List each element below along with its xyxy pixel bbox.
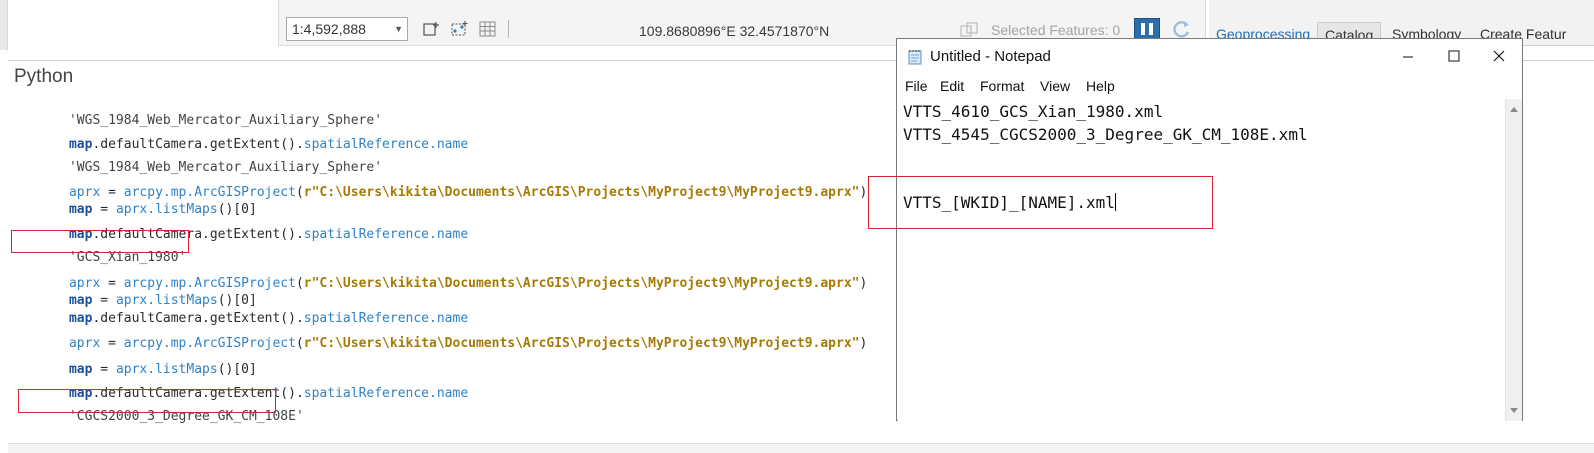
close-button[interactable] bbox=[1476, 39, 1522, 74]
code-token: spatialReference.name bbox=[303, 227, 469, 242]
scale-dropdown[interactable]: 1:4,592,888 ▼ bbox=[286, 17, 408, 41]
python-input-area[interactable] bbox=[8, 443, 1594, 453]
minimize-button[interactable] bbox=[1385, 39, 1431, 74]
menu-format[interactable]: Format bbox=[980, 78, 1024, 94]
code-token: ( bbox=[295, 185, 304, 200]
code-token: ( bbox=[295, 336, 304, 351]
highlight-box bbox=[868, 176, 1213, 229]
code-token: spatialReference.name bbox=[303, 386, 469, 401]
text-line: VTTS_4610_GCS_Xian_1980.xml bbox=[903, 102, 1164, 121]
left-panel-edge bbox=[0, 0, 8, 50]
selection-icon bbox=[960, 22, 978, 37]
fixed-zoom-icon[interactable] bbox=[422, 20, 442, 38]
code-string: r"C:\Users\kikita\Documents\ArcGIS\Proje… bbox=[303, 276, 860, 291]
code-token: ) bbox=[859, 336, 868, 351]
toolbar-separator bbox=[508, 20, 509, 38]
minimize-icon bbox=[1403, 56, 1413, 58]
notepad-icon bbox=[908, 50, 922, 65]
coordinate-readout: 109.8680896°E 32.4571870°N bbox=[639, 23, 830, 39]
maximize-icon bbox=[1448, 50, 1460, 62]
notepad-titlebar[interactable]: Untitled - Notepad bbox=[897, 39, 1522, 74]
highlight-box bbox=[11, 230, 189, 253]
code-token: ( bbox=[295, 276, 304, 291]
menu-help[interactable]: Help bbox=[1086, 78, 1115, 94]
code-string: r"C:\Users\kikita\Documents\ArcGIS\Proje… bbox=[303, 336, 860, 351]
close-icon bbox=[1493, 50, 1505, 62]
notepad-window: Untitled - Notepad File Edit Format View… bbox=[896, 38, 1523, 421]
code-token: ) bbox=[859, 276, 868, 291]
refresh-icon[interactable] bbox=[1169, 18, 1193, 40]
menu-view[interactable]: View bbox=[1040, 78, 1070, 94]
menu-edit[interactable]: Edit bbox=[940, 78, 964, 94]
scroll-up-icon[interactable] bbox=[1510, 107, 1518, 112]
chevron-down-icon: ▼ bbox=[394, 24, 403, 34]
python-window-title: Python bbox=[14, 66, 74, 87]
maximize-button[interactable] bbox=[1431, 39, 1477, 74]
pause-icon bbox=[1141, 23, 1153, 35]
vertical-scrollbar[interactable] bbox=[1505, 99, 1522, 421]
notepad-title: Untitled - Notepad bbox=[930, 48, 1051, 65]
code-token: ) bbox=[859, 185, 868, 200]
scale-value: 1:4,592,888 bbox=[292, 21, 366, 37]
menu-file[interactable]: File bbox=[905, 78, 928, 94]
notepad-text-area[interactable]: VTTS_4610_GCS_Xian_1980.xml VTTS_4545_CG… bbox=[898, 99, 1505, 421]
screen: 1:4,592,888 ▼ 109.8680896°E 32.4571870°N… bbox=[0, 0, 1594, 453]
notepad-menubar: File Edit Format View Help bbox=[897, 74, 1522, 98]
text-line: VTTS_4545_CGCS2000_3_Degree_GK_CM_108E.x… bbox=[903, 125, 1308, 144]
code-string: r"C:\Users\kikita\Documents\ArcGIS\Proje… bbox=[303, 185, 860, 200]
table-grid-icon[interactable] bbox=[478, 20, 498, 38]
scroll-down-icon[interactable] bbox=[1510, 408, 1518, 413]
selected-features-count: Selected Features: 0 bbox=[991, 22, 1121, 38]
grid-snap-icon[interactable] bbox=[450, 20, 470, 38]
highlight-box bbox=[18, 389, 276, 413]
pause-drawing-button[interactable] bbox=[1134, 18, 1160, 40]
